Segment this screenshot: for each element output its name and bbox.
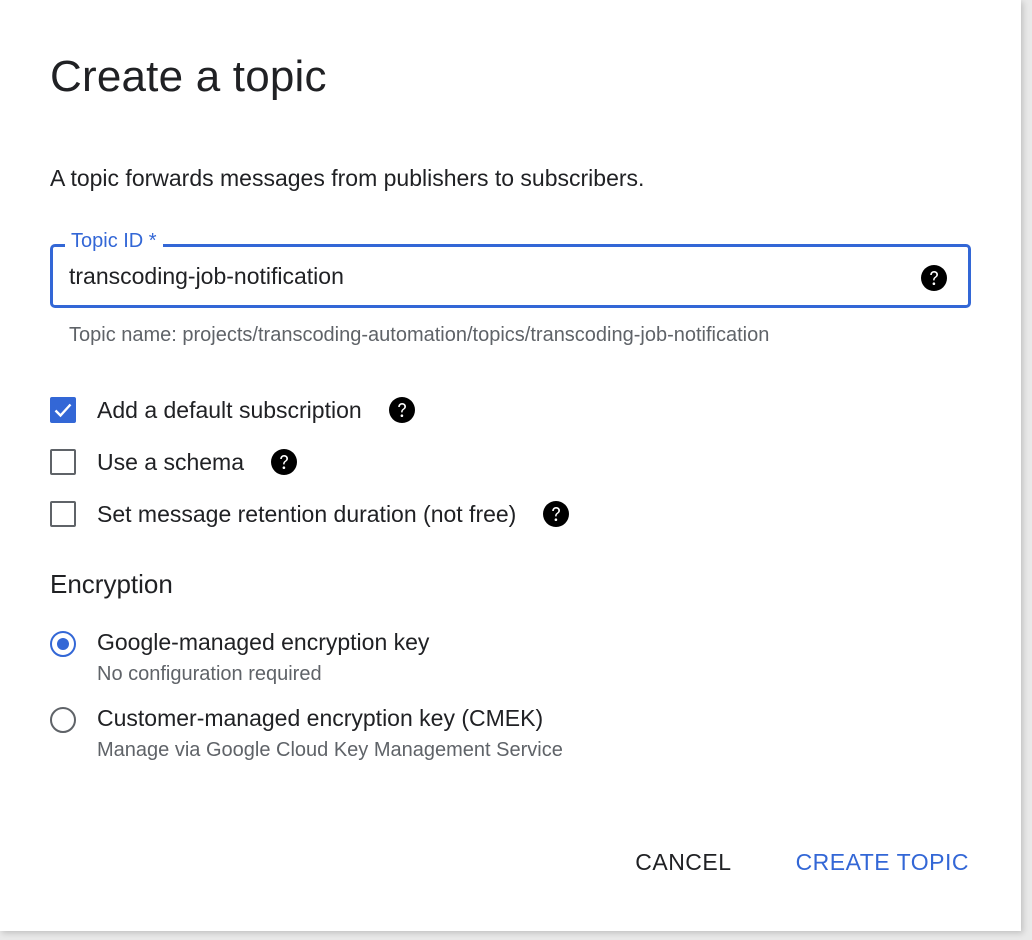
default-subscription-checkbox[interactable] xyxy=(50,397,76,423)
retention-duration-checkbox[interactable] xyxy=(50,501,76,527)
help-circle-icon[interactable] xyxy=(388,396,416,424)
option-retention-duration[interactable]: Set message retention duration (not free… xyxy=(50,498,570,530)
help-circle-icon[interactable] xyxy=(542,500,570,528)
encryption-option-google-managed[interactable]: Google-managed encryption key No configu… xyxy=(50,627,429,686)
dialog-description: A topic forwards messages from publisher… xyxy=(50,165,645,191)
checkmark-icon xyxy=(54,403,72,418)
cancel-button[interactable]: CANCEL xyxy=(635,849,731,876)
use-schema-label: Use a schema xyxy=(97,448,245,475)
help-circle-icon[interactable] xyxy=(270,448,298,476)
cmek-description: Manage via Google Cloud Key Management S… xyxy=(97,739,563,761)
cmek-radio[interactable] xyxy=(50,707,76,733)
google-managed-description: No configuration required xyxy=(97,663,322,685)
cmek-label: Customer-managed encryption key (CMEK) xyxy=(97,705,544,731)
topic-name-hint: Topic name: projects/transcoding-automat… xyxy=(69,324,770,346)
option-use-schema[interactable]: Use a schema xyxy=(50,446,298,478)
encryption-heading: Encryption xyxy=(50,569,173,599)
topic-id-label: Topic ID * xyxy=(65,230,163,253)
create-topic-button[interactable]: CREATE TOPIC xyxy=(796,849,969,876)
option-default-subscription[interactable]: Add a default subscription xyxy=(50,394,416,426)
google-managed-radio[interactable] xyxy=(50,631,76,657)
topic-id-input[interactable] xyxy=(69,263,909,290)
topic-id-field[interactable]: Topic ID * xyxy=(50,230,971,308)
dialog-actions: CANCEL CREATE TOPIC xyxy=(635,849,969,876)
use-schema-checkbox[interactable] xyxy=(50,449,76,475)
google-managed-label: Google-managed encryption key xyxy=(97,629,430,655)
retention-duration-label: Set message retention duration (not free… xyxy=(97,500,517,527)
default-subscription-label: Add a default subscription xyxy=(97,396,362,423)
create-topic-dialog: Create a topic A topic forwards messages… xyxy=(0,0,1021,931)
help-circle-icon[interactable] xyxy=(920,264,948,292)
encryption-option-cmek[interactable]: Customer-managed encryption key (CMEK) M… xyxy=(50,703,563,762)
dialog-title: Create a topic xyxy=(50,52,327,101)
